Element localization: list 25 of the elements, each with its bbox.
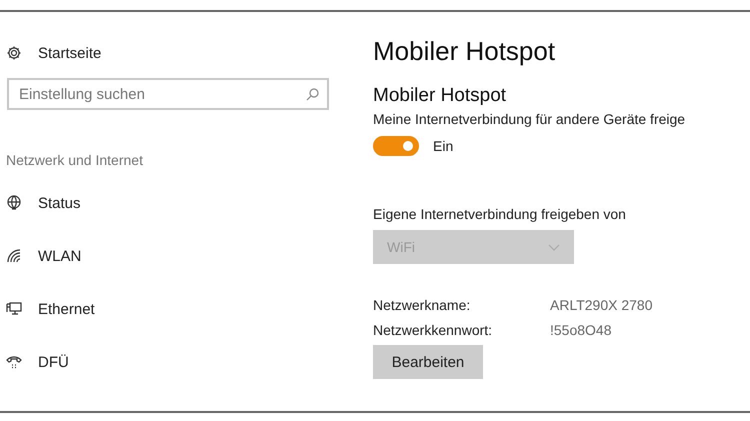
field-label: Netzwerkkennwort: [373, 322, 494, 338]
field-value: !55o8O48 [550, 322, 612, 338]
toggle-switch[interactable] [373, 136, 419, 156]
section-title: Mobiler Hotspot [373, 85, 508, 107]
nav-item[interactable]: WLAN [6, 245, 345, 267]
section-heading: Netzwerk und Internet [6, 152, 144, 168]
nav-item[interactable]: Ethernet [6, 298, 345, 320]
toggle-label: Ein [433, 138, 454, 154]
monitor-icon [6, 301, 22, 317]
nav-item[interactable]: Status [6, 192, 345, 214]
field-label: Netzwerkname: [373, 297, 472, 313]
nav-item[interactable]: DFÜ [6, 351, 345, 373]
search-icon [306, 88, 319, 101]
home-nav-item[interactable]: Startseite [6, 42, 345, 64]
description: Meine Internetverbindung für andere Geräte freige [373, 111, 686, 127]
page-title: Mobiler Hotspot [373, 36, 556, 67]
edit-button[interactable]: Bearbeiten [373, 345, 483, 379]
field-value: ARLT290X 2780 [550, 297, 654, 313]
chevron-down-icon [548, 244, 560, 250]
phone-icon [6, 354, 22, 370]
search-field[interactable]: Einstellung suchen [7, 78, 329, 110]
settings-icon [6, 45, 22, 61]
wifi-icon [6, 248, 22, 264]
globe-icon [6, 195, 22, 211]
field-label: Eigene Internetverbindung freigeben von [373, 206, 627, 222]
